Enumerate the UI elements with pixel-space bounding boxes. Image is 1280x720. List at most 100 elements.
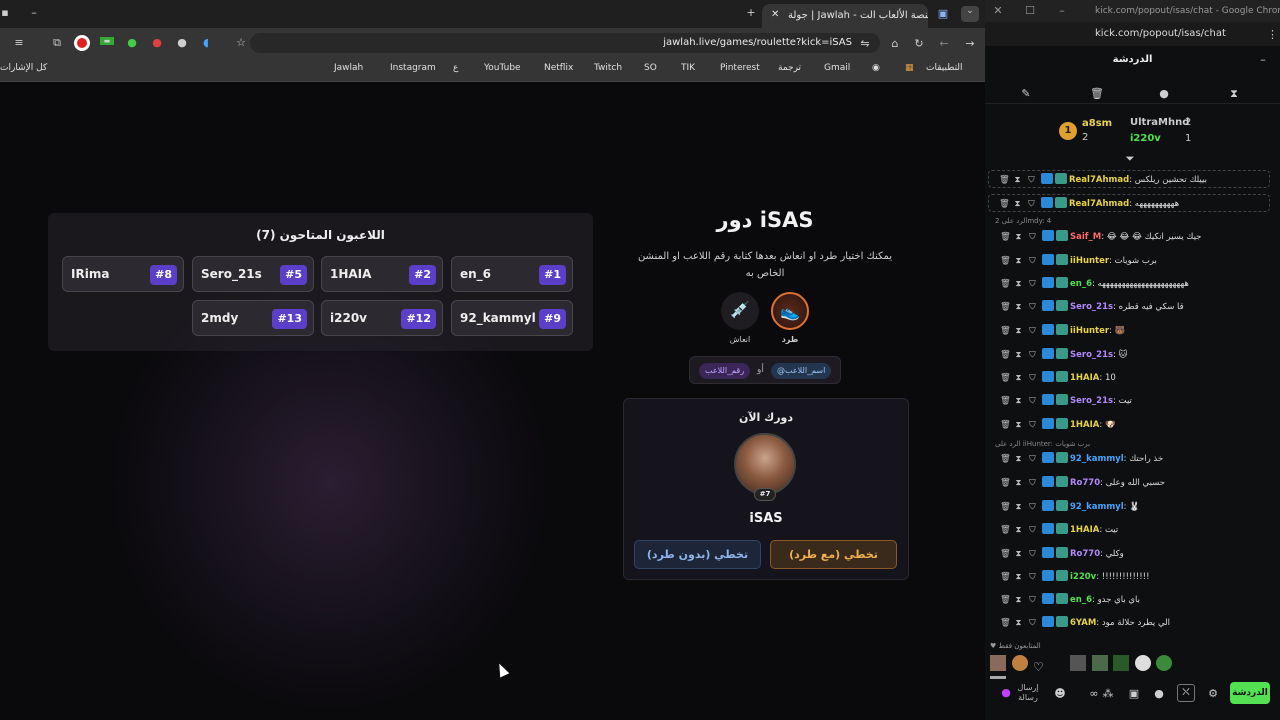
chat-username[interactable]: Ro770 [1070,478,1100,488]
bookmark-so[interactable]: SO [644,63,657,73]
chat-username[interactable]: Sero_21s [1070,350,1113,360]
timeout-icon[interactable]: ⧗ [1014,614,1023,632]
delete-icon[interactable]: 🗑 [1000,450,1011,468]
chat-message[interactable]: 🗑 ⧗ ⛉ Real7Ahmad: بييلك تحشين ريلكس [988,170,1270,188]
player-card[interactable]: IRima #8 [62,256,184,292]
chat-message[interactable]: 🗑 ⧗ ⛉ 1HAIA: 🐶 [1000,416,1275,434]
timeout-icon[interactable]: ⧗ [1014,392,1023,410]
shield-icon[interactable]: ⛉ [1028,252,1037,270]
delete-icon[interactable]: 🗑 [1000,614,1011,632]
menu-icon[interactable]: ≡ [12,36,26,49]
shield-icon[interactable]: ⛉ [1027,195,1036,211]
pin-icon[interactable]: ✎ [1020,87,1032,100]
timeout-icon[interactable]: ⧗ [1014,228,1023,246]
timeout-icon[interactable]: ⧗ [1014,498,1023,516]
shield-icon[interactable]: ⛉ [1028,275,1037,293]
mod-tools-icon[interactable]: ⛌ [1177,684,1195,702]
minimize-icon[interactable]: – [28,6,40,19]
bookmark-ain[interactable]: ع [453,63,458,73]
player-card[interactable]: 92_kammyl #9 [451,300,573,336]
bookmark-star-icon[interactable]: ☆ [234,36,248,49]
delete-icon[interactable]: 🗑 [1000,298,1011,316]
timeout-icon[interactable]: ⧗ [1014,322,1023,340]
shield-icon[interactable]: ⛉ [1028,498,1037,516]
chat-message[interactable]: 🗑 ⧗ ⛉ 92_kammyl: خذ راحتك [1000,450,1275,468]
shield-icon[interactable]: ⛉ [1028,614,1037,632]
player-card[interactable]: Sero_21s #5 [192,256,314,292]
bookmark-netflix[interactable]: Netflix [544,63,573,73]
chat-message[interactable]: 🗑 ⧗ ⛉ Sero_21s: 🐱 [1000,346,1275,364]
chat-username[interactable]: en_6 [1070,279,1092,289]
url-text[interactable]: jawlah.live/games/roulette?kick=iSAS [650,37,852,48]
settings-icon[interactable]: ⚙ [1207,687,1219,700]
timeout-icon[interactable]: ⧗ [1014,346,1023,364]
filter-icon[interactable]: ⏷ [1124,152,1136,166]
chat-message[interactable]: 🗑 ⧗ ⛉ Sero_21s: تيت [1000,392,1275,410]
home-icon[interactable]: ⌂ [889,37,901,50]
delete-icon[interactable]: 🗑 [1000,392,1011,410]
tab-search-icon[interactable]: ▣ [936,7,950,20]
emote-icon[interactable] [1011,655,1028,671]
chat-username[interactable]: iiHunter [1070,256,1109,266]
chat-username[interactable]: Real7Ahmad [1069,199,1129,209]
trash-icon[interactable]: 🗑 [1090,87,1104,100]
shield-icon[interactable]: ⛉ [1028,521,1037,539]
delete-icon[interactable]: 🗑 [1000,498,1011,516]
chat-username[interactable]: 92_kammyl [1070,502,1124,512]
timeout-icon[interactable]: ⧗ [1014,521,1023,539]
shield-icon[interactable]: ⛉ [1028,568,1037,586]
delete-icon[interactable]: 🗑 [1000,521,1011,539]
extension-green-icon[interactable]: ▬ [100,37,114,45]
player-card[interactable]: i220v #12 [321,300,443,336]
delete-icon[interactable]: 🗑 [1000,474,1011,492]
timeout-icon[interactable]: ⧗ [1013,195,1022,211]
opera-icon[interactable] [74,35,90,51]
chat-input[interactable]: إرسال رسالة [1012,683,1044,703]
bookmark-tik[interactable]: TIK [681,63,695,73]
chat-message[interactable]: 🗑 ⧗ ⛉ Ro770: حسبي الله وعلى [1000,474,1275,492]
chat-message[interactable]: 🗑 ⧗ ⛉ Sero_21s: قا سكي فيه قطره [1000,298,1275,316]
delete-icon[interactable]: 🗑 [1000,228,1011,246]
bookmark-instagram[interactable]: Instagram [390,63,436,73]
timeout-icon[interactable]: ⧗ [1014,450,1023,468]
heart-outline-icon[interactable]: ♡ [1033,660,1049,676]
chat-username[interactable]: Saif_M [1070,232,1101,242]
timeout-icon[interactable]: ⧗ [1014,369,1023,387]
chat-username[interactable]: Ro770 [1070,549,1100,559]
chat-message[interactable]: 🗑 ⧗ ⛉ Real7Ahmad: ههههههههههه [988,194,1270,212]
delete-icon[interactable]: 🗑 [1000,545,1011,563]
chat-username[interactable]: 6YAM [1070,618,1096,628]
back-icon[interactable]: → [964,37,976,50]
chat-message[interactable]: 🗑 ⧗ ⛉ i220v: !!!!!!!!!!!!!! [1000,568,1275,586]
extension-audio-icon[interactable]: ◖ [200,36,212,49]
skip-without-kick-button[interactable]: تخطي (بدون طرد) [634,540,761,569]
timeout-icon[interactable]: ⧗ [1014,474,1023,492]
hourglass-icon[interactable]: ⧗ [1228,87,1240,101]
chat-message[interactable]: 🗑 ⧗ ⛉ 92_kammyl: 🐰 [1000,498,1275,516]
chat-username[interactable]: i220v [1070,572,1096,582]
send-chat-button[interactable]: الدردشة [1230,682,1270,704]
emote-icon[interactable] [1070,655,1086,671]
player-card[interactable]: en_6 #1 [451,256,573,292]
maximize-icon[interactable]: ☐ [1025,4,1035,17]
chat-message[interactable]: 🗑 ⧗ ⛉ 6YAM: الي يطرد حلالة مود [1000,614,1275,632]
timeout-icon[interactable]: ⧗ [1014,252,1023,270]
emote-icon[interactable] [1113,655,1129,671]
close-window-icon[interactable]: ✕ [993,4,1003,17]
bookmark-twitch[interactable]: Twitch [594,63,622,73]
chat-message[interactable]: 🗑 ⧗ ⛉ Saif_M: 😂 😂 😂 جيك يسير انكيك [1000,228,1275,246]
all-bookmarks-folder[interactable]: كل الإشارات [0,63,47,73]
tab-list-icon[interactable]: ⌄ [961,6,979,22]
shield-icon[interactable]: ⛉ [1028,474,1037,492]
infinity-icon[interactable]: ∞ [1087,687,1101,700]
emote-icon[interactable] [1134,655,1151,671]
emote-icon[interactable] [1091,655,1108,671]
chat-message[interactable]: 🗑 ⧗ ⛉ 1HAIA: 10 [1000,369,1275,387]
site-settings-icon[interactable]: ⇋ [859,37,871,50]
shield-icon[interactable]: ⛉ [1028,450,1037,468]
delete-icon[interactable]: 🗑 [1000,346,1011,364]
player-card[interactable]: 2mdy #13 [192,300,314,336]
chat-username[interactable]: 1HAIA [1070,373,1099,383]
chat-message[interactable]: 🗑 ⧗ ⛉ iiHunter: برب شويات [1000,252,1275,270]
delete-icon[interactable]: 🗑 [1000,568,1011,586]
